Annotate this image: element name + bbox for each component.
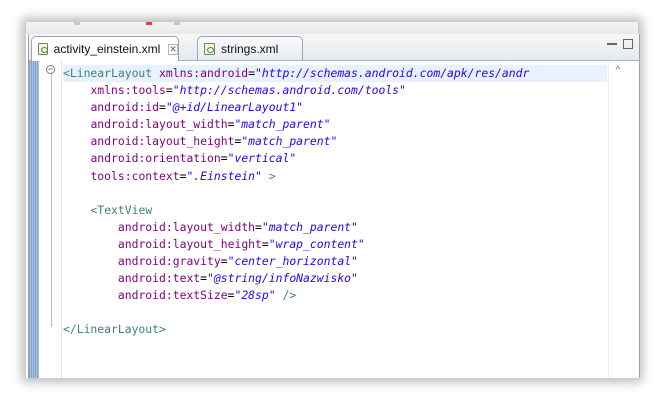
editor-window: activity_einstein.xml ✕ strings.xml − <L… [28,34,640,378]
code-token-val: "@string/infoNazwisko" [207,271,358,286]
code-token-val: "28sp" [234,288,276,303]
toolbar-mark [174,22,180,25]
code-line[interactable]: android:id="@+id/LinearLayout1" [63,99,607,116]
tab-activity-einstein[interactable]: activity_einstein.xml ✕ [31,36,179,61]
toolbar-strip [26,22,638,34]
code-line[interactable]: xmlns:tools="http://schemas.android.com/… [63,82,607,99]
tab-label: strings.xml [221,41,279,56]
code-token-val: "match_parent" [234,117,331,132]
tab-strings[interactable]: strings.xml [197,36,303,60]
close-icon[interactable]: ✕ [168,43,178,55]
code-line[interactable]: <TextView [63,202,607,219]
code-line[interactable]: android:gravity="center_horizontal" [63,253,607,270]
maximize-icon[interactable] [623,39,633,49]
code-token-val: "wrap_content" [268,236,365,251]
minimize-icon[interactable] [607,39,617,45]
overview-ruler [29,61,39,378]
code-token-punct: = [220,254,228,269]
toolbar-mark [146,22,152,25]
toolbar-mark [74,22,80,25]
code-line[interactable] [63,185,607,202]
code-token-attr: android:id [90,100,160,115]
editor-tab-bar: activity_einstein.xml ✕ strings.xml [29,34,639,61]
code-line[interactable]: android:layout_height="wrap_content" [63,236,607,253]
code-token-attr: android:gravity [117,254,221,269]
code-line[interactable]: tools:context=".Einstein" > [63,168,607,185]
code-token-attr: tools:context [90,168,180,183]
code-line[interactable]: android:layout_height="match_parent" [63,133,607,150]
code-token-val: "vertical" [227,151,297,166]
code-token-attr: android:layout_height [117,236,262,251]
code-token-punct: = [248,66,256,80]
code-line[interactable]: android:layout_width="match_parent" [63,219,607,236]
code-token-val: "@+id/LinearLayout1" [165,100,304,115]
code-token-attr: android:layout_width [117,219,256,234]
collapse-icon[interactable]: − [46,65,55,74]
code-token-val: "center_horizontal" [227,254,358,269]
code-editor[interactable]: − <LinearLayout xmlns:android="http://sc… [29,61,639,378]
code-token-val: ".Einstein" [186,168,262,183]
code-token-attr: android:layout_width [90,117,228,132]
code-token-val: "http://schemas.android.com/tools" [172,83,406,98]
code-token-attr: android:orientation [90,151,221,166]
code-token-tag: </LinearLayout> [63,322,166,337]
code-token-attr: android:text [117,271,201,286]
fold-range-bar [51,65,52,327]
code-line[interactable]: android:textSize="28sp" /> [63,287,607,304]
code-token-punct: = [220,151,228,166]
code-line[interactable]: android:text="@string/infoNazwisko" [63,270,607,287]
code-token-punct: = [159,100,166,115]
code-token-tag: /> [275,288,297,303]
code-token-tag: <LinearLayout [63,66,160,80]
code-token-attr: android:textSize [117,288,228,303]
code-line[interactable]: </LinearLayout> [63,321,607,338]
code-token-attr: xmlns:tools [90,83,166,98]
code-token-attr: xmlns:android [159,66,249,80]
code-line[interactable]: android:orientation="vertical" [63,150,607,167]
tab-label: activity_einstein.xml [53,42,161,56]
code-token-punct: = [261,236,269,251]
code-token-tag: <TextView [90,202,153,217]
code-line[interactable]: <LinearLayout xmlns:android="http://sche… [63,65,607,83]
vertical-divider [608,61,609,378]
code-text[interactable]: <LinearLayout xmlns:android="http://sche… [63,65,607,378]
code-token-attr: android:layout_height [90,134,235,149]
code-token-punct: = [165,83,173,98]
code-token-val: "match_parent" [241,134,338,149]
code-line[interactable]: android:layout_width="match_parent" [63,116,607,133]
code-line[interactable] [63,304,607,321]
code-token-val: "match_parent" [261,219,358,234]
xml-file-icon [38,43,48,55]
xml-file-icon [204,42,215,55]
scroll-up-icon[interactable]: ^ [611,65,625,77]
code-token-punct: = [255,219,262,234]
code-token-tag: > [261,168,276,183]
code-token-punct: = [200,271,208,286]
code-token-val: "http://schemas.android.com/apk/res/andr [255,66,530,80]
